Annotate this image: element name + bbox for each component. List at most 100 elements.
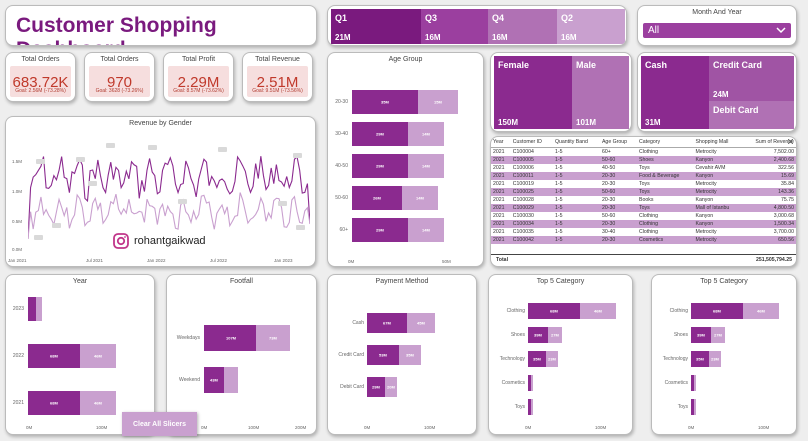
kpi-goal: Goal: 8.57M (-73.62%) (173, 88, 224, 94)
table-cell: 1-5 (552, 220, 600, 228)
x-tick: 100M (595, 425, 607, 430)
bar-label: Clothing (506, 308, 525, 314)
table-row[interactable]: 2021 C100005 1-5 50-60 Shoes Kanyon 2,400.68 (491, 156, 796, 164)
table-cell: 75.75 (781, 197, 794, 203)
stacked-bar[interactable]: 67M 45M (367, 313, 435, 333)
table-cell: 4,800.50 (741, 204, 796, 212)
x-tick: Jul 2021 (86, 258, 104, 263)
table-cell: C100035 (512, 229, 534, 235)
table-row[interactable]: 2021 C100028 1-5 20-30 Books Kanyon 75.75 (491, 196, 796, 204)
table-cell: Toys (637, 204, 694, 212)
payment-treemap: Cash 31M Credit Card 24M Debit Card (637, 52, 797, 132)
table-cell: 3,700.00 (773, 229, 794, 235)
clear-all-slicers-button[interactable]: Clear All Slicers (122, 412, 197, 436)
close-icon[interactable] (788, 139, 793, 144)
y-tick: 0.5M (12, 219, 23, 224)
column-header[interactable]: Age Group (599, 137, 638, 148)
table-cell: Toys (637, 188, 694, 196)
stacked-bar[interactable]: 26M 14M (352, 186, 438, 210)
payment-tile-cash[interactable]: Cash 31M (641, 56, 709, 129)
stacked-bar[interactable] (691, 375, 696, 391)
month-year-slicer: Month And Year All (637, 5, 797, 46)
stacked-bar[interactable]: 53M 35M (367, 345, 421, 365)
table-cell: Shoes (637, 156, 694, 164)
table-row[interactable]: 2021 C100004 1-5 60+ Clothing Metrocity 7,502.… (491, 148, 796, 157)
payment-tile-debit[interactable]: Debit Card (709, 101, 794, 129)
table-cell: 1-5 (554, 149, 563, 155)
column-header[interactable]: Customer ID (510, 137, 553, 148)
column-header[interactable]: Quantity Band (552, 137, 600, 148)
table-row[interactable]: 2021 C100029 1-5 20-30 Toys Mall of Istanbu 4,… (491, 204, 796, 212)
slicer-value: All (648, 25, 660, 36)
stacked-bar[interactable]: 39M 27M (528, 327, 562, 343)
data-label: 15M (434, 99, 442, 105)
data-label: 46M (94, 353, 102, 359)
table-row[interactable]: 2021 C100034 1-5 20-30 Clothing Kanyon 1,500.3… (491, 220, 796, 228)
stacked-bar[interactable]: 35M 23M (528, 351, 558, 367)
point-annotation (88, 181, 97, 186)
quarter-tile-q2[interactable]: Q2 16M (557, 9, 625, 44)
x-tick: 200M (295, 425, 307, 430)
table-row[interactable]: 2021 C100019 1-5 20-30 Toys Metrocity 35.84 (491, 180, 796, 188)
quarter-tile-q3[interactable]: Q3 16M (421, 9, 488, 44)
table-cell: 60+ (601, 149, 611, 155)
table-cell: Mall of Istanbu (693, 204, 742, 212)
stacked-bar[interactable] (528, 399, 533, 415)
table-row[interactable]: 2021 C100025 1-5 50-60 Toys Metrocity 143.36 (491, 188, 796, 196)
stacked-bar[interactable]: 29M 14M (352, 218, 444, 242)
data-label: 68M (50, 400, 58, 406)
data-label: 20M (387, 384, 395, 390)
table-cell: 3,000.68 (773, 213, 794, 219)
stacked-bar[interactable]: 68M 46M (28, 391, 116, 415)
stacked-bar[interactable]: 43M (204, 367, 238, 393)
bar-label: Weekend (178, 377, 200, 383)
stacked-bar[interactable]: 68M 46M (691, 303, 779, 319)
payment-tile-credit[interactable]: Credit Card 24M (709, 56, 794, 101)
table-cell: Cevahir AVM (695, 165, 726, 171)
data-label: 14M (422, 131, 430, 137)
bar-label: Toys (514, 404, 525, 410)
table-cell: Metrocity (695, 229, 717, 235)
data-label: 35M (533, 356, 541, 362)
stacked-bar[interactable]: 29M 20M (367, 377, 397, 397)
stacked-bar[interactable]: 29M 14M (352, 154, 444, 178)
table-cell: C100006 (512, 165, 534, 171)
chart-title: Age Group (388, 56, 423, 63)
x-tick: Jan 2022 (147, 258, 166, 263)
x-tick: 100M (248, 425, 260, 430)
column-header[interactable]: Year (491, 137, 511, 148)
table-row[interactable]: 2021 C100035 1-5 30-40 Clothing Metrocity 3,70… (491, 228, 796, 236)
table-cell: 20-30 (599, 236, 638, 244)
quarter-tile-q1[interactable]: Q1 21M (331, 9, 421, 44)
stacked-bar[interactable]: 29M 14M (352, 122, 444, 146)
column-header[interactable]: Category (637, 137, 694, 148)
stacked-bar[interactable]: 68M 46M (528, 303, 616, 319)
table-row[interactable]: 2021 C100006 1-5 40-50 Toys Cevahir AVM 322.56 (491, 164, 796, 172)
point-annotation (148, 145, 157, 150)
column-header[interactable]: Shopping Mall (693, 137, 742, 148)
table-cell: 1-5 (554, 213, 563, 219)
table-row[interactable]: 2021 C100030 1-5 50-60 Clothing Kanyon 3,000.6… (491, 212, 796, 220)
stacked-bar[interactable] (691, 399, 696, 415)
data-label: 29M (376, 163, 384, 169)
table-row[interactable]: 2021 C100011 1-5 20-30 Food & Beverage Kanyon… (491, 172, 796, 180)
stacked-bar[interactable] (528, 375, 533, 391)
revenue-by-gender-chart: Revenue by Gender 1.5M 1.0M 0.5M 0.0M Ja… (5, 116, 316, 267)
table-cell: 1-5 (554, 229, 563, 235)
top5-category-chart: Top 5 Category Clothing 68M 46M Shoes 39M 27M… (488, 274, 633, 435)
stacked-bar[interactable]: 35M 23M (691, 351, 721, 367)
data-label: 46M (94, 400, 102, 406)
stacked-bar[interactable]: 68M 46M (28, 344, 116, 368)
bar-label: Cosmetics (664, 380, 688, 386)
slicer-dropdown[interactable]: All (643, 23, 791, 38)
stacked-bar[interactable] (28, 297, 42, 321)
table-row[interactable]: 2021 C100042 1-5 20-30 Cosmetics Metrocity 650… (491, 236, 796, 244)
quarter-tile-q4[interactable]: Q4 16M (488, 9, 557, 44)
stacked-bar[interactable]: 107M 73M (204, 325, 290, 351)
gender-tile-male[interactable]: Male 101M (572, 56, 629, 129)
stacked-bar[interactable]: 35M 15M (352, 90, 458, 114)
stacked-bar[interactable]: 39M 27M (691, 327, 725, 343)
gender-tile-female[interactable]: Female 150M (494, 56, 572, 129)
table-cell: 1,500.34 (741, 220, 796, 228)
data-label: 27M (714, 332, 722, 338)
